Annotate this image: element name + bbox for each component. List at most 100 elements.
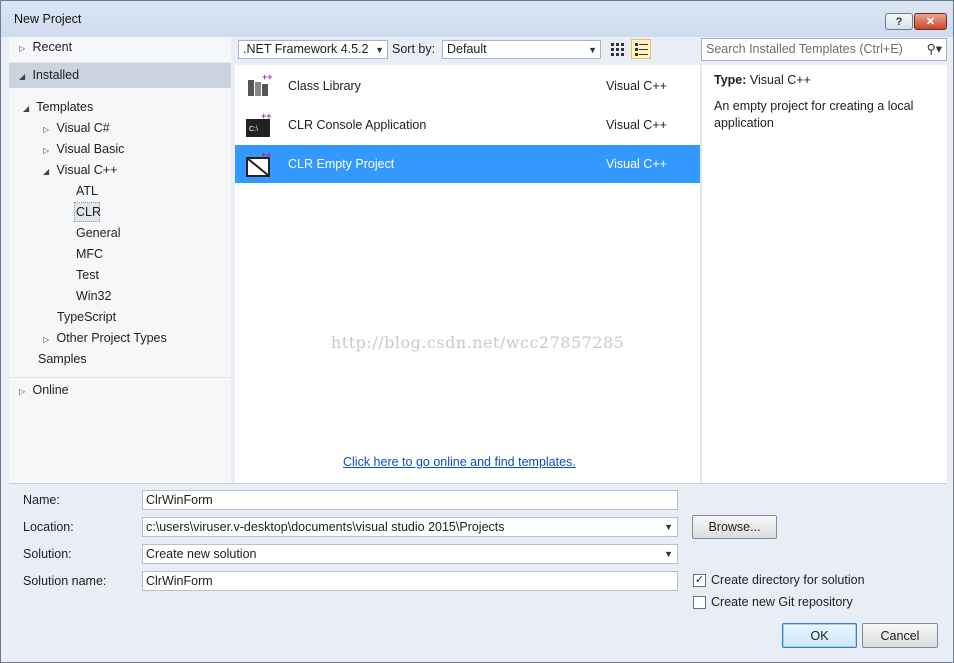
tree-item-general[interactable]: General bbox=[76, 223, 120, 243]
template-language: Visual C++ bbox=[606, 118, 667, 132]
template-item-clr-empty-project[interactable]: ++ CLR Empty Project Visual C++ bbox=[235, 145, 700, 183]
svg-text:++: ++ bbox=[261, 150, 272, 160]
template-description: An empty project for creating a local ap… bbox=[714, 99, 914, 130]
empty-project-icon: ++ bbox=[246, 150, 272, 177]
search-icon: ⚲▾ bbox=[926, 42, 942, 56]
help-button[interactable]: ? bbox=[885, 13, 913, 30]
solution-value: Create new solution bbox=[146, 547, 257, 561]
tree-item-test[interactable]: Test bbox=[76, 265, 99, 285]
search-placeholder: Search Installed Templates (Ctrl+E) bbox=[706, 42, 903, 56]
expand-arrow-icon: ▷ bbox=[43, 125, 50, 134]
class-library-icon: ++ bbox=[248, 72, 273, 96]
tree-item-label: CLR bbox=[76, 205, 102, 219]
template-language: Visual C++ bbox=[606, 157, 667, 171]
template-name: CLR Empty Project bbox=[288, 157, 395, 171]
collapse-arrow-icon: ◢ bbox=[43, 167, 50, 176]
tree-item-visual-csharp[interactable]: ▷ Visual C# bbox=[43, 118, 110, 138]
tree-item-label: ATL bbox=[76, 184, 98, 198]
location-combobox[interactable]: c:\users\viruser.v-desktop\documents\vis… bbox=[142, 517, 678, 537]
expand-arrow-icon: ▷ bbox=[19, 44, 26, 53]
collapse-arrow-icon: ◢ bbox=[23, 104, 30, 113]
tree-item-samples[interactable]: Samples bbox=[38, 349, 87, 369]
svg-text:C:\: C:\ bbox=[249, 126, 258, 133]
tree-item-label: Samples bbox=[38, 352, 87, 366]
solution-name-input[interactable]: ClrWinForm bbox=[142, 571, 678, 591]
tree-divider bbox=[9, 62, 231, 63]
svg-text:++: ++ bbox=[262, 72, 273, 82]
sort-dropdown[interactable]: Default ▼ bbox=[442, 40, 601, 59]
close-button[interactable]: ✕ bbox=[914, 13, 947, 30]
tree-item-other-project-types[interactable]: ▷ Other Project Types bbox=[43, 328, 167, 348]
chevron-down-icon: ▼ bbox=[375, 45, 384, 55]
browse-button[interactable]: Browse... bbox=[692, 515, 777, 539]
location-value: c:\users\viruser.v-desktop\documents\vis… bbox=[146, 520, 505, 534]
tree-item-visual-cpp[interactable]: ◢ Visual C++ bbox=[43, 160, 117, 180]
tree-item-atl[interactable]: ATL bbox=[76, 181, 98, 201]
help-icon: ? bbox=[895, 15, 903, 28]
template-name: Class Library bbox=[288, 79, 361, 93]
cancel-button[interactable]: Cancel bbox=[862, 623, 938, 648]
ok-button-label: OK bbox=[810, 628, 829, 643]
type-label: Type: bbox=[714, 73, 747, 87]
chevron-down-icon: ▼ bbox=[664, 549, 673, 559]
cancel-button-label: Cancel bbox=[880, 628, 920, 643]
search-templates-input[interactable]: Search Installed Templates (Ctrl+E) ⚲▾ bbox=[701, 38, 947, 61]
framework-dropdown[interactable]: .NET Framework 4.5.2 ▼ bbox=[238, 40, 388, 59]
close-icon: ✕ bbox=[925, 16, 936, 28]
tree-item-installed[interactable]: ◢ Installed bbox=[19, 65, 79, 85]
tree-item-label: Visual C# bbox=[56, 121, 110, 135]
template-info-pane: Type: Visual C++ An empty project for cr… bbox=[701, 65, 947, 483]
ok-button[interactable]: OK bbox=[782, 623, 857, 648]
tree-item-mfc[interactable]: MFC bbox=[76, 244, 103, 264]
tree-item-label: Online bbox=[32, 383, 69, 397]
console-app-icon: C:\ ++ bbox=[246, 111, 272, 137]
sort-value: Default bbox=[447, 42, 487, 56]
tree-item-templates[interactable]: ◢ Templates bbox=[23, 97, 93, 117]
name-value: ClrWinForm bbox=[146, 493, 213, 507]
solution-dropdown[interactable]: Create new solution ▼ bbox=[142, 544, 678, 564]
tree-item-label: Other Project Types bbox=[56, 331, 167, 345]
tree-item-clr[interactable]: CLR bbox=[76, 202, 101, 222]
tree-item-label: TypeScript bbox=[57, 310, 117, 324]
template-item-class-library[interactable]: ++ Class Library Visual C++ bbox=[235, 67, 700, 105]
solution-name-value: ClrWinForm bbox=[146, 574, 213, 588]
template-item-clr-console-application[interactable]: C:\ ++ CLR Console Application Visual C+… bbox=[235, 106, 700, 144]
tree-item-win32[interactable]: Win32 bbox=[76, 286, 111, 306]
tree-item-label: MFC bbox=[76, 247, 104, 261]
sort-by-label: Sort by: bbox=[392, 42, 436, 56]
tree-item-label: General bbox=[76, 226, 121, 240]
small-icons-view-button[interactable] bbox=[607, 39, 627, 59]
tree-item-online[interactable]: ▷ Online bbox=[19, 380, 69, 400]
title-bar: New Project ? ✕ bbox=[1, 1, 953, 37]
chevron-down-icon: ▼ bbox=[588, 45, 597, 55]
list-view-button[interactable] bbox=[631, 39, 651, 59]
create-directory-label: Create directory for solution bbox=[711, 573, 865, 587]
tree-item-label: Templates bbox=[36, 100, 94, 114]
tree-item-label: Installed bbox=[32, 68, 80, 82]
solution-name-label: Solution name: bbox=[23, 574, 107, 588]
solution-label: Solution: bbox=[23, 547, 72, 561]
template-language: Visual C++ bbox=[606, 79, 667, 93]
create-directory-checkbox[interactable]: ✓ bbox=[693, 574, 706, 587]
create-git-repository-checkbox[interactable] bbox=[693, 596, 706, 609]
tree-divider bbox=[9, 377, 231, 378]
tree-item-typescript[interactable]: TypeScript bbox=[57, 307, 116, 327]
tree-item-label: Test bbox=[76, 268, 99, 282]
find-templates-online-link[interactable]: Click here to go online and find templat… bbox=[343, 455, 576, 469]
tree-item-label: Recent bbox=[32, 40, 73, 54]
tree-item-label: Visual Basic bbox=[56, 142, 125, 156]
list-view-icon bbox=[635, 43, 648, 56]
framework-value: .NET Framework 4.5.2 bbox=[243, 42, 369, 56]
watermark: http://blog.csdn.net/wcc27857285 bbox=[331, 333, 625, 352]
tree-item-visual-basic[interactable]: ▷ Visual Basic bbox=[43, 139, 124, 159]
location-label: Location: bbox=[23, 520, 74, 534]
name-input[interactable]: ClrWinForm bbox=[142, 490, 678, 510]
expand-arrow-icon: ▷ bbox=[43, 335, 50, 344]
checkmark-icon: ✓ bbox=[694, 574, 705, 586]
dialog-title: New Project bbox=[14, 12, 82, 26]
tree-item-recent[interactable]: ▷ Recent bbox=[19, 37, 72, 57]
template-list: ++ Class Library Visual C++ C:\ ++ CLR C… bbox=[235, 65, 700, 483]
name-label: Name: bbox=[23, 493, 60, 507]
tree-item-label: Win32 bbox=[76, 289, 112, 303]
chevron-down-icon: ▼ bbox=[664, 522, 673, 532]
